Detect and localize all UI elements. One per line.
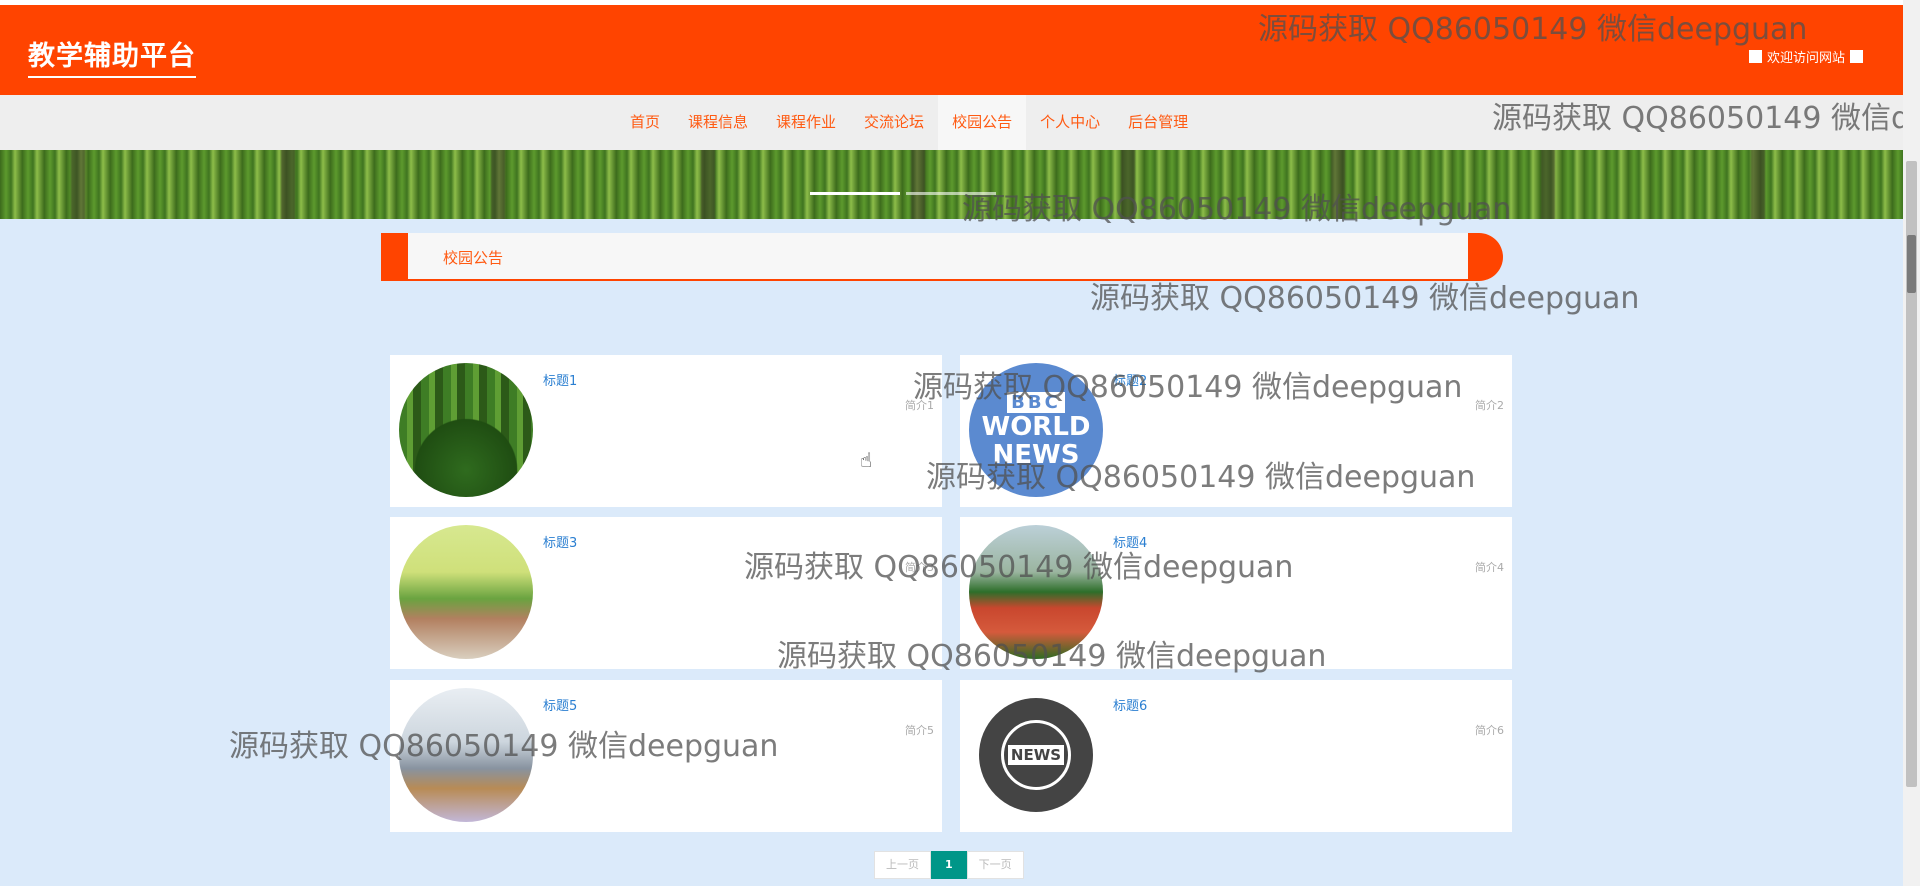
current-page-button[interactable]: 1 bbox=[931, 851, 967, 879]
section-header-bar bbox=[381, 233, 408, 281]
watermark: 源码获取 QQ86050149 微信deepguan bbox=[744, 550, 1294, 585]
card-desc: 简介4 bbox=[1475, 561, 1504, 574]
card-title[interactable]: 标题5 bbox=[543, 695, 577, 714]
card-desc: 简介5 bbox=[905, 724, 934, 737]
watermark: 源码获取 QQ86050149 微信deepguan bbox=[926, 460, 1476, 495]
nav-item-admin[interactable]: 后台管理 bbox=[1114, 95, 1202, 150]
square-icon bbox=[1748, 50, 1762, 63]
watermark: 源码获取 QQ86050149 微信deepguan bbox=[777, 639, 1327, 674]
card-title[interactable]: 标题1 bbox=[543, 370, 577, 389]
hand-cursor-icon: ☝ bbox=[860, 448, 873, 472]
watermark: 源码获取 QQ86050149 微信deepguan bbox=[1090, 281, 1640, 316]
banner-image bbox=[0, 150, 1903, 219]
section-title: 校园公告 bbox=[443, 249, 504, 267]
pagination: 上一页 1 下一页 bbox=[874, 851, 1024, 879]
carousel-indicator[interactable] bbox=[810, 192, 900, 195]
card-thumbnail[interactable]: NEWS bbox=[969, 688, 1103, 822]
nav-item-home[interactable]: 首页 bbox=[616, 95, 674, 150]
card-thumbnail[interactable] bbox=[399, 525, 533, 659]
news-icon-text: NEWS bbox=[1007, 745, 1065, 765]
watermark: 源码获取 QQ86050149 微信deepguan bbox=[1492, 101, 1903, 136]
bbc-logo-text: WORLD bbox=[981, 411, 1091, 442]
next-page-button[interactable]: 下一页 bbox=[966, 851, 1024, 879]
square-icon bbox=[1850, 50, 1863, 63]
card-desc: 简介6 bbox=[1475, 724, 1504, 737]
nav-item-course-homework[interactable]: 课程作业 bbox=[762, 95, 850, 150]
welcome-text: 欢迎访问网站 bbox=[1766, 51, 1845, 66]
card-desc: 简介2 bbox=[1475, 399, 1504, 412]
card-title[interactable]: 标题3 bbox=[543, 532, 577, 551]
nav-item-forum[interactable]: 交流论坛 bbox=[850, 95, 938, 150]
scrollbar-thumb-indicator bbox=[1907, 235, 1916, 293]
card-title[interactable]: 标题6 bbox=[1113, 695, 1147, 714]
nav-item-personal-center[interactable]: 个人中心 bbox=[1026, 95, 1114, 150]
welcome-bar: 欢迎访问网站 bbox=[1748, 47, 1863, 66]
watermark: 源码获取 QQ86050149 微信deepguan bbox=[1258, 12, 1808, 47]
globe-icon: NEWS bbox=[1001, 720, 1071, 790]
site-brand[interactable]: 教学辅助平台 bbox=[28, 34, 196, 78]
prev-page-button[interactable]: 上一页 bbox=[874, 851, 931, 879]
nav-item-announcements[interactable]: 校园公告 bbox=[938, 95, 1027, 150]
nav-item-course-info[interactable]: 课程信息 bbox=[674, 95, 762, 150]
scrollbar[interactable] bbox=[1903, 0, 1920, 886]
list-item[interactable]: 标题1 简介1 bbox=[390, 355, 942, 507]
list-item[interactable]: NEWS 标题6 简介6 bbox=[960, 680, 1512, 832]
news-globe-icon: NEWS bbox=[979, 698, 1093, 812]
watermark: 源码获取 QQ86050149 微信deepguan bbox=[913, 370, 1463, 405]
card-thumbnail[interactable] bbox=[399, 363, 533, 497]
watermark: 源码获取 QQ86050149 微信deepguan bbox=[962, 192, 1512, 227]
watermark: 源码获取 QQ86050149 微信deepguan bbox=[229, 729, 779, 764]
